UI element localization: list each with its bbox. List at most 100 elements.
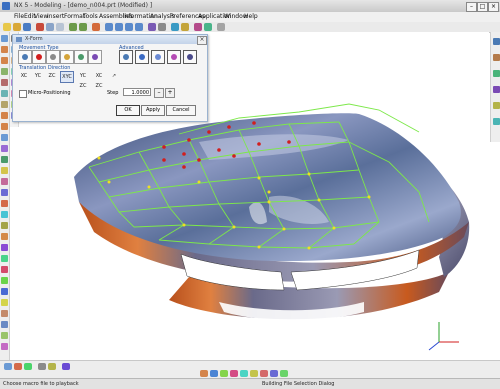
- view-orient-icon[interactable]: [171, 23, 179, 31]
- sew-icon[interactable]: [1, 200, 8, 207]
- translate-yc-button[interactable]: YC: [32, 71, 44, 81]
- bottom-tool-13-icon[interactable]: [260, 370, 268, 377]
- curve-icon[interactable]: [1, 233, 8, 240]
- menu-format[interactable]: Format: [64, 13, 85, 20]
- bottom-tool-6-icon[interactable]: [62, 363, 70, 370]
- translate-xc-button[interactable]: XC: [18, 71, 30, 81]
- move-button[interactable]: [18, 50, 32, 64]
- apply-button[interactable]: Apply: [141, 105, 165, 116]
- bottom-tool-11-icon[interactable]: [240, 370, 248, 377]
- subtract-icon[interactable]: [1, 123, 8, 130]
- planar-button[interactable]: [74, 50, 88, 64]
- rotate-button[interactable]: [32, 50, 46, 64]
- start-application-icon[interactable]: [92, 23, 100, 31]
- advanced-tool-4-button[interactable]: [167, 50, 181, 64]
- dialog-title-bar[interactable]: X-Form ×: [13, 35, 207, 45]
- toolbar-options-icon[interactable]: [217, 23, 225, 31]
- right-tool-3-icon[interactable]: [493, 70, 500, 77]
- bottom-tool-9-icon[interactable]: [220, 370, 228, 377]
- advanced-tool-2-button[interactable]: [135, 50, 149, 64]
- bottom-tool-1-icon[interactable]: [4, 363, 12, 370]
- edit-curve-icon[interactable]: [1, 343, 8, 350]
- translate-zc-button[interactable]: ZC: [46, 71, 58, 81]
- menu-insert[interactable]: Insert: [47, 13, 64, 20]
- sweep-icon[interactable]: [1, 167, 8, 174]
- close-button[interactable]: ×: [488, 2, 499, 12]
- bottom-tool-8-icon[interactable]: [210, 370, 218, 377]
- deform-button[interactable]: [88, 50, 102, 64]
- redo-icon[interactable]: [79, 23, 87, 31]
- bottom-tool-4-icon[interactable]: [38, 363, 46, 370]
- maximize-button[interactable]: □: [477, 2, 488, 12]
- blend-icon[interactable]: [1, 79, 8, 86]
- right-tool-2-icon[interactable]: [493, 54, 500, 61]
- ok-button[interactable]: OK: [116, 105, 140, 116]
- layer-icon[interactable]: [181, 23, 189, 31]
- bottom-tool-15-icon[interactable]: [280, 370, 288, 377]
- menu-tools[interactable]: Tools: [83, 13, 98, 20]
- bottom-tool-5-icon[interactable]: [48, 363, 56, 370]
- spline-icon[interactable]: [1, 244, 8, 251]
- scale-button[interactable]: [46, 50, 60, 64]
- advanced-tool-5-button[interactable]: [183, 50, 197, 64]
- hole-icon[interactable]: [1, 68, 8, 75]
- rotate-view-icon[interactable]: [125, 23, 133, 31]
- menu-help[interactable]: Help: [244, 13, 258, 20]
- intersect-icon[interactable]: [1, 310, 8, 317]
- unite-icon[interactable]: [1, 112, 8, 119]
- translate-yczc-button[interactable]: YC ZC: [76, 71, 90, 89]
- join-icon[interactable]: [1, 332, 8, 339]
- line-icon[interactable]: [1, 266, 8, 273]
- undo-icon[interactable]: [69, 23, 77, 31]
- micro-positioning-checkbox[interactable]: [19, 90, 27, 98]
- trim-icon[interactable]: [1, 178, 8, 185]
- cancel-button[interactable]: Cancel: [166, 105, 196, 116]
- save-icon[interactable]: [23, 23, 31, 31]
- right-tool-5-icon[interactable]: [493, 102, 500, 109]
- step-decrease-button[interactable]: –: [154, 88, 164, 98]
- analysis-icon[interactable]: [194, 23, 202, 31]
- bottom-tool-3-icon[interactable]: [24, 363, 32, 370]
- fit-view-icon[interactable]: [105, 23, 113, 31]
- advanced-tool-1-button[interactable]: [119, 50, 133, 64]
- smooth-button[interactable]: [60, 50, 74, 64]
- right-tool-6-icon[interactable]: [493, 118, 500, 125]
- right-tool-4-icon[interactable]: [493, 86, 500, 93]
- extend-icon[interactable]: [1, 222, 8, 229]
- zoom-icon[interactable]: [115, 23, 123, 31]
- shell-icon[interactable]: [1, 101, 8, 108]
- translate-xczc-button[interactable]: XC ZC: [92, 71, 106, 89]
- dialog-close-button[interactable]: ×: [197, 36, 207, 45]
- paste-icon[interactable]: [56, 23, 64, 31]
- wireframe-icon[interactable]: [158, 23, 166, 31]
- shaded-icon[interactable]: [148, 23, 156, 31]
- bottom-tool-7-icon[interactable]: [200, 370, 208, 377]
- sketch-icon[interactable]: [1, 35, 8, 42]
- cut-icon[interactable]: [36, 23, 44, 31]
- project-icon[interactable]: [1, 299, 8, 306]
- measure-icon[interactable]: [204, 23, 212, 31]
- new-file-icon[interactable]: [3, 23, 11, 31]
- right-tool-1-icon[interactable]: [493, 38, 500, 45]
- revolve-icon[interactable]: [1, 57, 8, 64]
- bridge-icon[interactable]: [1, 288, 8, 295]
- bottom-tool-10-icon[interactable]: [230, 370, 238, 377]
- surface-icon[interactable]: [1, 145, 8, 152]
- arc-icon[interactable]: [1, 277, 8, 284]
- pan-icon[interactable]: [135, 23, 143, 31]
- advanced-tool-3-button[interactable]: [151, 50, 165, 64]
- mesh-icon[interactable]: [1, 156, 8, 163]
- section-icon[interactable]: [1, 321, 8, 328]
- minimize-button[interactable]: –: [466, 2, 477, 12]
- extrude-icon[interactable]: [1, 46, 8, 53]
- bottom-tool-2-icon[interactable]: [14, 363, 22, 370]
- step-increase-button[interactable]: +: [165, 88, 175, 98]
- copy-icon[interactable]: [46, 23, 54, 31]
- offset-icon[interactable]: [1, 189, 8, 196]
- step-input[interactable]: 1.0000: [123, 88, 151, 96]
- chamfer-icon[interactable]: [1, 90, 8, 97]
- datum-plane-icon[interactable]: [1, 134, 8, 141]
- menu-file[interactable]: File: [14, 13, 24, 20]
- open-file-icon[interactable]: [13, 23, 21, 31]
- translate-xyc-button[interactable]: XYC: [60, 71, 74, 83]
